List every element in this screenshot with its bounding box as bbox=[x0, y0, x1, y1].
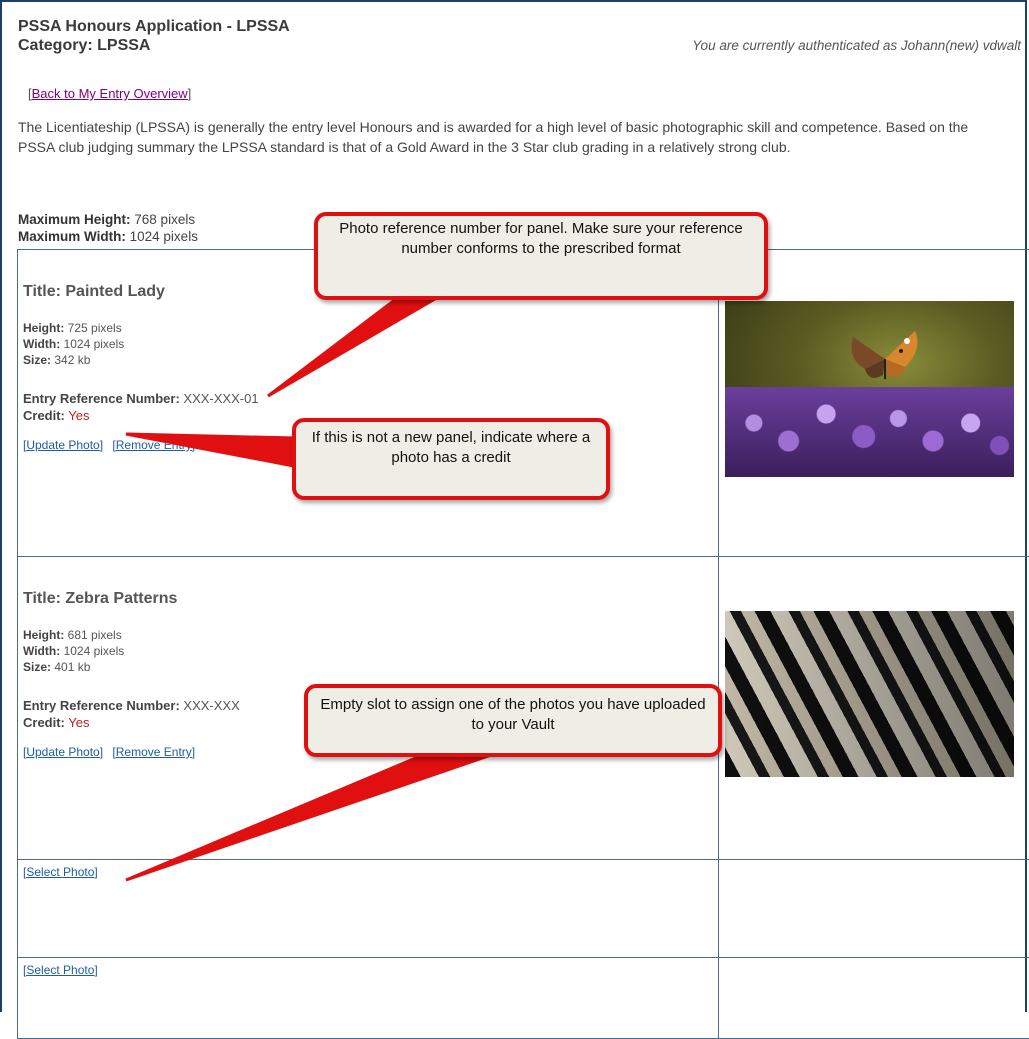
width-value: 1024 pixels bbox=[64, 644, 125, 658]
credit-label: Credit: bbox=[23, 715, 65, 730]
max-height-label: Maximum Height: bbox=[18, 212, 131, 227]
entry-title: Title: Zebra Patterns bbox=[23, 590, 718, 608]
height-value: 725 pixels bbox=[68, 321, 122, 335]
entry-meta: Height: 725 pixels Width: 1024 pixels Si… bbox=[23, 320, 718, 368]
credit-value: Yes bbox=[68, 715, 89, 730]
reference-callout: Photo reference number for panel. Make s… bbox=[314, 212, 768, 300]
reference-label: Entry Reference Number: bbox=[23, 698, 180, 713]
remove-entry-link[interactable]: [Remove Entry] bbox=[112, 745, 195, 759]
reference-label: Entry Reference Number: bbox=[23, 391, 180, 406]
size-value: 342 kb bbox=[54, 353, 90, 367]
empty-photo-cell bbox=[719, 860, 1029, 958]
max-height-value: 768 pixels bbox=[134, 212, 195, 227]
credit-label: Credit: bbox=[23, 408, 65, 423]
entry-photo-cell bbox=[719, 557, 1029, 860]
entry-meta: Height: 681 pixels Width: 1024 pixels Si… bbox=[23, 627, 718, 675]
update-photo-link[interactable]: [Update Photo] bbox=[23, 745, 103, 759]
update-photo-link[interactable]: [Update Photo] bbox=[23, 438, 103, 452]
select-photo-label[interactable]: Select Photo bbox=[26, 963, 94, 977]
credit-callout: If this is not a new panel, indicate whe… bbox=[292, 418, 610, 500]
empty-slot-row: [Select Photo] bbox=[18, 958, 1029, 1039]
auth-status: You are currently authenticated as Johan… bbox=[692, 38, 1021, 53]
remove-label[interactable]: Remove Entry bbox=[116, 745, 192, 759]
update-label[interactable]: Update Photo bbox=[26, 745, 99, 759]
height-value: 681 pixels bbox=[68, 628, 122, 642]
max-width-label: Maximum Width: bbox=[18, 229, 126, 244]
page-title: PSSA Honours Application - LPSSA Categor… bbox=[18, 17, 290, 55]
zebra-photo[interactable] bbox=[725, 611, 1014, 777]
back-to-overview-link[interactable]: [Back to My Entry Overview] bbox=[28, 86, 191, 101]
width-label: Width: bbox=[23, 337, 60, 351]
entries-table: Title: Painted Lady Height: 725 pixels W… bbox=[17, 249, 1029, 1039]
empty-slot-cell: [Select Photo] bbox=[18, 958, 719, 1039]
category-description: The Licentiateship (LPSSA) is generally … bbox=[18, 117, 1008, 157]
size-label: Size: bbox=[23, 353, 51, 367]
reference-value: XXX-XXX bbox=[183, 698, 239, 713]
width-label: Width: bbox=[23, 644, 60, 658]
width-value: 1024 pixels bbox=[64, 337, 125, 351]
butterfly-photo[interactable] bbox=[725, 301, 1014, 477]
size-label: Size: bbox=[23, 660, 51, 674]
category-title: Category: LPSSA bbox=[18, 36, 290, 55]
remove-entry-link[interactable]: [Remove Entry] bbox=[112, 438, 195, 452]
height-label: Height: bbox=[23, 628, 64, 642]
application-title: PSSA Honours Application - LPSSA bbox=[18, 17, 290, 36]
butterfly-icon bbox=[845, 329, 925, 389]
back-link-label[interactable]: Back to My Entry Overview bbox=[32, 86, 188, 101]
select-photo-link[interactable]: [Select Photo] bbox=[23, 963, 98, 977]
empty-slot-callout: Empty slot to assign one of the photos y… bbox=[304, 684, 722, 757]
reference-value: XXX-XXX-01 bbox=[183, 391, 258, 406]
credit-value: Yes bbox=[68, 408, 89, 423]
remove-label[interactable]: Remove Entry bbox=[116, 438, 192, 452]
max-dimensions: Maximum Height: 768 pixels Maximum Width… bbox=[18, 211, 198, 245]
empty-photo-cell bbox=[719, 958, 1029, 1039]
height-label: Height: bbox=[23, 321, 64, 335]
size-value: 401 kb bbox=[54, 660, 90, 674]
max-width-value: 1024 pixels bbox=[130, 229, 198, 244]
update-label[interactable]: Update Photo bbox=[26, 438, 99, 452]
